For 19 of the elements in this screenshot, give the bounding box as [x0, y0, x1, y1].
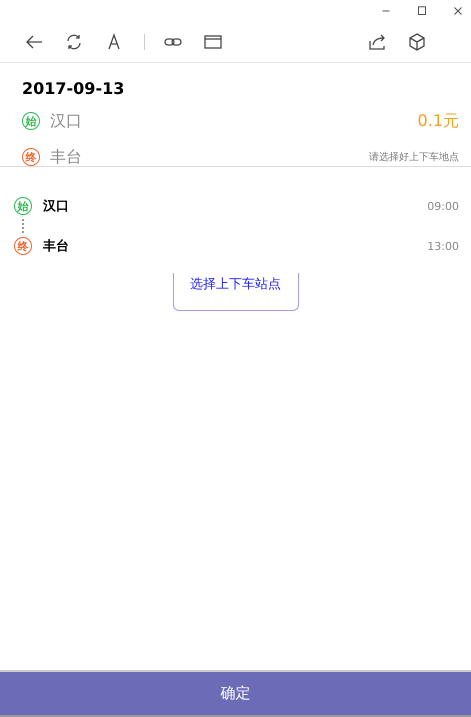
- route-line: [22, 219, 25, 233]
- trip-date: 2017-09-13: [22, 79, 126, 98]
- badge-icon: 始: [22, 112, 40, 130]
- hint-text: 请选择好上下车地点: [369, 150, 459, 164]
- box-icon[interactable]: [407, 32, 427, 52]
- stop-time: 13:00: [427, 240, 459, 252]
- share-icon[interactable]: [367, 32, 387, 52]
- stop-name: 丰台: [43, 238, 70, 255]
- badge-icon: 终: [14, 237, 32, 255]
- badge-icon: 终: [22, 148, 40, 166]
- arrival-place: 丰台: [50, 146, 83, 168]
- badge-icon: 始: [14, 197, 32, 215]
- select-stations-button[interactable]: 选择上下车站点: [172, 273, 298, 311]
- stop-time: 09:00: [427, 200, 459, 212]
- stop-name: 汉口: [43, 198, 70, 215]
- departure-place: 汉口: [50, 110, 83, 132]
- maximize-icon[interactable]: [415, 4, 429, 18]
- confirm-button[interactable]: 确定: [0, 670, 471, 717]
- price: 0.1元: [418, 110, 459, 132]
